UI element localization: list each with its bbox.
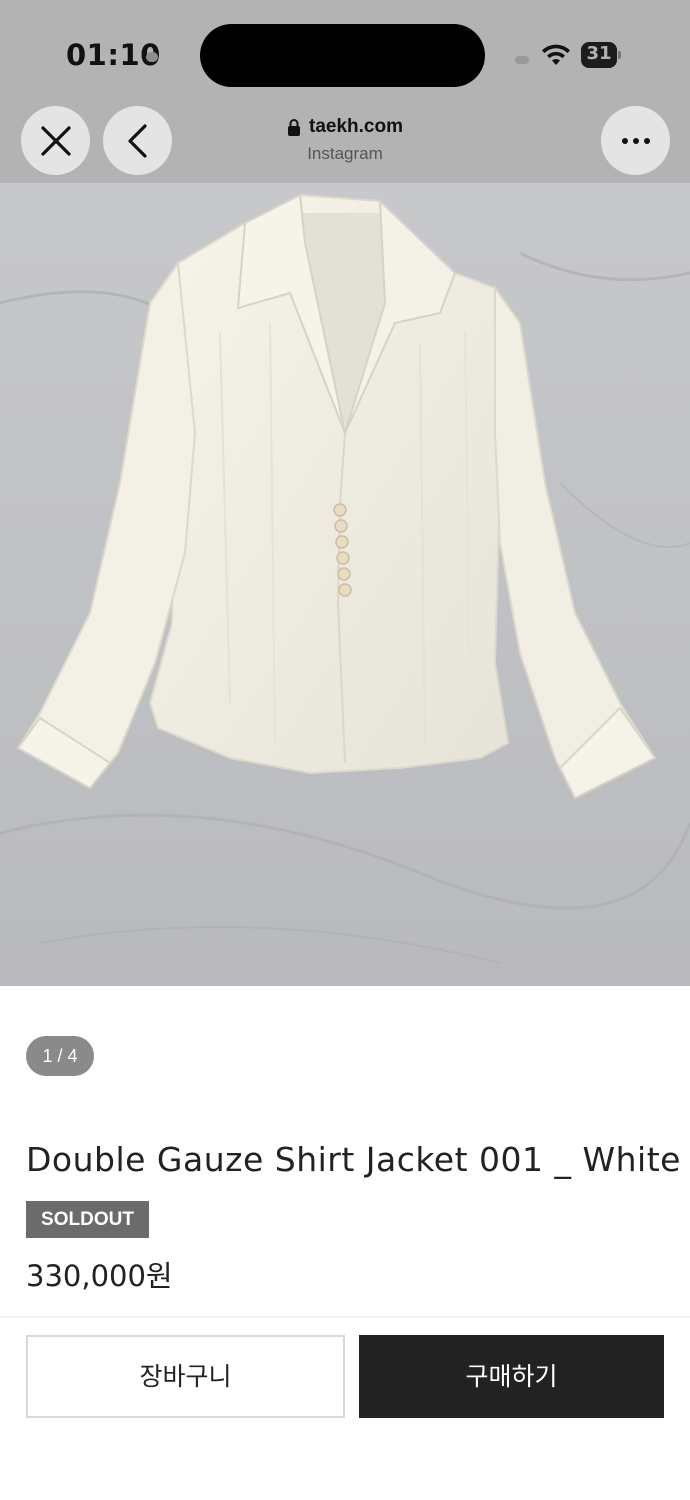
status-indicator xyxy=(146,52,158,62)
more-button[interactable] xyxy=(601,106,670,175)
dynamic-island xyxy=(200,24,485,87)
divider xyxy=(0,1316,690,1318)
product-image[interactable] xyxy=(0,183,690,986)
close-button[interactable] xyxy=(21,106,90,175)
signal-indicator xyxy=(515,56,529,64)
address-bar[interactable]: taekh.com Instagram xyxy=(200,116,490,164)
buy-now-button[interactable]: 구매하기 xyxy=(359,1335,664,1418)
add-to-cart-button[interactable]: 장바구니 xyxy=(26,1335,345,1418)
chevron-left-icon xyxy=(127,123,147,158)
status-badge: SOLDOUT xyxy=(26,1201,149,1238)
url-line: taekh.com xyxy=(200,116,490,138)
image-counter: 1 / 4 xyxy=(26,1036,94,1076)
wifi-icon xyxy=(542,44,570,65)
battery-tip xyxy=(618,51,621,59)
shirt-photo xyxy=(0,183,690,986)
url-source: Instagram xyxy=(307,144,383,163)
battery-icon: 31 xyxy=(581,42,621,68)
browser-header: 01:10 31 taekh.com Instagram xyxy=(0,0,690,183)
product-title: Double Gauze Shirt Jacket 001 _ White xyxy=(26,1140,681,1179)
lock-icon xyxy=(288,118,300,136)
product-price: 330,000원 xyxy=(26,1259,173,1293)
product-page: 01:10 31 taekh.com Instagram 1 / 4 Doubl… xyxy=(0,0,690,1500)
battery-level: 31 xyxy=(586,43,612,64)
more-horizontal-icon xyxy=(621,137,650,144)
close-icon xyxy=(40,125,71,156)
back-button[interactable] xyxy=(103,106,172,175)
url-text: taekh.com xyxy=(309,116,403,137)
